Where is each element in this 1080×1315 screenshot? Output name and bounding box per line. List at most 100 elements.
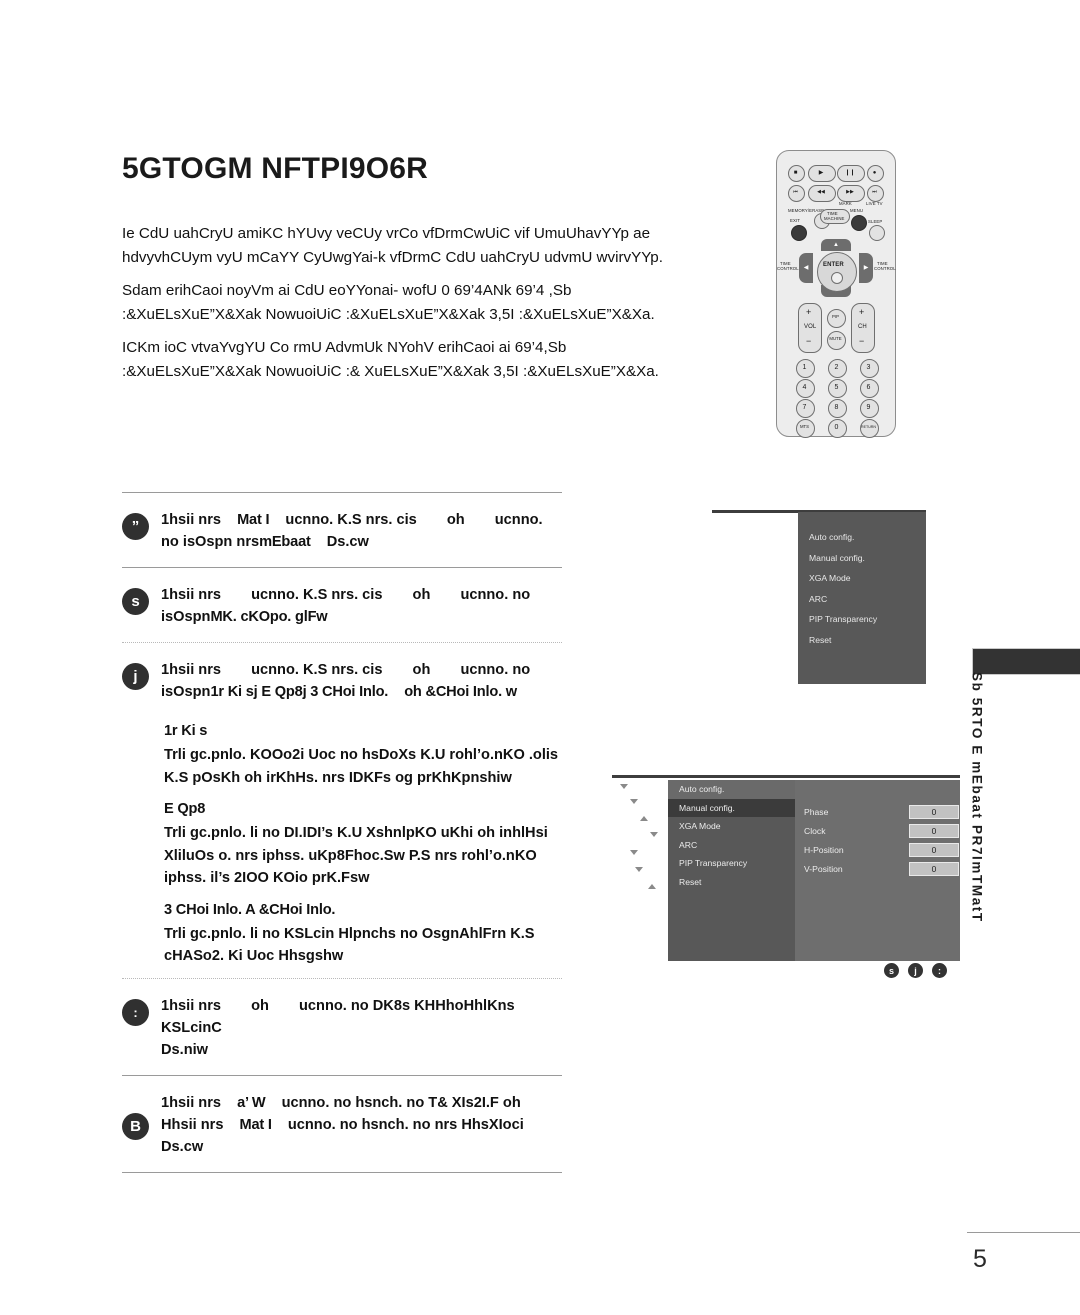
osd2-footer-icon-2[interactable]: j — [908, 963, 923, 978]
chevron-down-icon — [620, 784, 628, 789]
mute-label: MUTE — [829, 336, 842, 342]
intro-paragraph-3: ICKm ioC vtvaYvgYU Co rmU AdvmUk NYohV e… — [122, 339, 659, 380]
osd1-item-manual-config[interactable]: Manual config. — [798, 553, 926, 563]
osd1-item-reset[interactable]: Reset — [798, 636, 926, 645]
step-text-f: Ds.niw — [161, 1041, 209, 1058]
chevron-up-icon: ▲ — [833, 242, 839, 248]
osd2-setting-phase[interactable]: Phase 0 — [804, 805, 959, 819]
keypad-label-0: 0 — [834, 424, 839, 431]
osd2-setting-phase-label: Phase — [804, 807, 829, 817]
rewind-glyph: ◀◀ — [817, 189, 825, 195]
record-glyph: ● — [872, 169, 877, 176]
osd2-setting-h-position-value[interactable]: 0 — [909, 843, 959, 857]
channel-minus-label: − — [859, 336, 865, 346]
osd2-setting-clock[interactable]: Clock 0 — [804, 824, 959, 838]
definition-term: 3 CHoi Inlo. A &CHoi Inlo. — [164, 901, 336, 918]
step-text-c: ucnno. K.S nrs. cis — [251, 587, 383, 603]
live-tv-label: LIVE TV — [866, 201, 883, 206]
chevron-down-icon — [635, 867, 643, 872]
step-item: ” 1hsii nrs Mat I ucnno. K.S nrs. cis oh… — [122, 493, 562, 567]
step-text-d: oh — [446, 512, 465, 528]
definition-list: 1r Ki s Trli gc.pnlo. KOOo2i Uoc no hsDo… — [164, 719, 564, 968]
osd2-setting-clock-label: Clock — [804, 826, 826, 836]
step-text-c: ucnno. K.S nrs. cis — [251, 662, 383, 678]
osd2-footer-icon-1[interactable]: s — [884, 963, 899, 978]
step-item: : 1hsii nrs oh ucnno. no DK8s KHHhoHhlKn… — [122, 979, 562, 1075]
step-text-f: isOspn — [161, 684, 211, 700]
sleep-button[interactable] — [869, 225, 885, 241]
osd-menu-2-top-rule — [612, 775, 960, 778]
side-tab-label: Sb 5RTO E mEbaat PR7ImTMatT — [969, 672, 985, 923]
page-number: 5 — [973, 1245, 987, 1273]
step-badge: s — [122, 588, 149, 615]
step-text-a: 1hsii nrs — [161, 1094, 222, 1111]
step-text-f: isOspn — [161, 609, 211, 625]
side-tab-vertical-text: Sb 5RTO E mEbaat PR7ImTMatT — [960, 672, 994, 1032]
time-control-right-label-2: CONTROL — [874, 266, 896, 271]
time-control-left-label-2: CONTROL — [777, 266, 799, 271]
osd1-item-pip-transparency[interactable]: PIP Transparency — [798, 615, 926, 624]
step-text-a: 1hsii nrs — [161, 587, 222, 603]
step-text-a: 1hsii nrs — [161, 512, 222, 528]
step-text: 1hsii nrs a’ W ucnno. no hsnch. no T& XI… — [161, 1092, 524, 1158]
step-text-d: oh — [412, 662, 431, 678]
step-text-a: 1hsii nrs — [161, 997, 222, 1014]
step-text: 1hsii nrs ucnno. K.S nrs. cis oh ucnno. … — [161, 659, 530, 703]
menu-label: MENU — [850, 208, 864, 213]
osd2-item-xga-mode[interactable]: XGA Mode — [668, 817, 795, 836]
osd2-footer-icon-3[interactable]: : — [932, 963, 947, 978]
keypad-label-6: 6 — [866, 384, 871, 391]
definition-body: Trli gc.pnlo. li no KSLcin Hlpnchs no Os… — [164, 925, 535, 965]
step-text-f: Hhsii nrs — [161, 1116, 224, 1133]
manual-page: 5GTOGM NFTPI9O6R Ie CdU uahCryU amiKC hY… — [0, 0, 1080, 1315]
definition-term: E Qp8 — [164, 801, 206, 817]
chevron-right-icon: ▶ — [863, 265, 869, 271]
enter-label: ENTER — [823, 262, 844, 268]
enter-center-dot-icon — [831, 272, 843, 284]
definition-body: Trli gc.pnlo. li no DI.IDI’s K.U XshnlpK… — [164, 825, 548, 886]
step-text-g: 1r Ki sj E Qp8j 3 CHoi Inlo. — [210, 684, 389, 700]
osd2-item-manual-config[interactable]: Manual config. — [668, 798, 795, 818]
step-text-h: Ds.cw — [326, 534, 369, 550]
osd2-item-reset[interactable]: Reset — [668, 873, 795, 892]
osd2-setting-phase-value[interactable]: 0 — [909, 805, 959, 819]
volume-minus-label: − — [806, 336, 812, 346]
keypad-label-7: 7 — [802, 404, 807, 411]
step-text-a: 1hsii nrs — [161, 662, 222, 678]
steps-column: ” 1hsii nrs Mat I ucnno. K.S nrs. cis oh… — [122, 492, 562, 1173]
osd2-setting-clock-value[interactable]: 0 — [909, 824, 959, 838]
osd2-item-auto-config[interactable]: Auto config. — [668, 780, 795, 799]
step-item: j 1hsii nrs ucnno. K.S nrs. cis oh ucnno… — [122, 643, 562, 717]
osd1-item-arc[interactable]: ARC — [798, 595, 926, 604]
skip-forward-glyph: ⏭ — [872, 189, 877, 195]
osd2-setting-h-position[interactable]: H-Position 0 — [804, 843, 959, 857]
osd1-item-auto-config[interactable]: Auto config. — [798, 533, 926, 542]
osd1-item-xga-mode[interactable]: XGA Mode — [798, 574, 926, 583]
osd2-setting-v-position-value[interactable]: 0 — [909, 862, 959, 876]
page-title: 5GTOGM NFTPI9O6R — [122, 152, 429, 185]
intro-paragraph-2: Sdam erihCaoi noyVm ai CdU eoYYonai- wof… — [122, 282, 655, 323]
return-label: RETURN — [861, 424, 876, 429]
step-badge: B — [122, 1113, 149, 1140]
step-text-e: ucnno. no — [460, 587, 531, 603]
osd-menu-2-arrow-cluster — [618, 780, 668, 900]
keypad-label-3: 3 — [866, 364, 871, 371]
step-text-e: ucnno. no — [460, 662, 531, 678]
osd2-setting-h-position-label: H-Position — [804, 845, 844, 855]
pause-glyph: ❙❙ — [844, 169, 856, 176]
step-text: 1hsii nrs Mat I ucnno. K.S nrs. cis oh u… — [161, 509, 543, 553]
step-text-c: ucnno. no hsnch. no T& XIs2I.F oh — [281, 1094, 521, 1111]
step-text-i: Ds.cw — [161, 1138, 204, 1155]
play-glyph: ▶ — [818, 169, 824, 176]
footer-rule — [967, 1232, 1080, 1234]
skip-back-glyph: ⏮ — [793, 189, 798, 195]
osd-screen-menu-list: Auto config. Manual config. XGA Mode ARC… — [798, 512, 926, 684]
definition-term: 1r Ki s — [164, 723, 208, 739]
osd2-item-pip-transparency[interactable]: PIP Transparency — [668, 854, 795, 873]
osd-menu-2-footer-icons: s j : — [884, 963, 947, 978]
step-item: s 1hsii nrs ucnno. K.S nrs. cis oh ucnno… — [122, 568, 562, 642]
menu-button[interactable] — [851, 215, 867, 231]
exit-button[interactable] — [791, 225, 807, 241]
osd2-item-arc[interactable]: ARC — [668, 836, 795, 855]
osd2-setting-v-position[interactable]: V-Position 0 — [804, 862, 959, 876]
